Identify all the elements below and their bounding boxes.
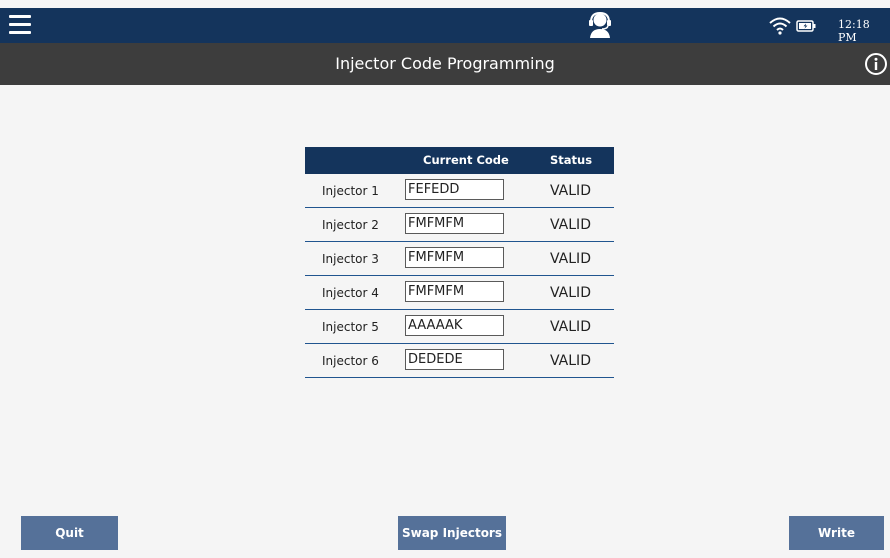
battery-charging-icon — [796, 20, 816, 32]
wifi-icon — [769, 17, 791, 35]
table-row: Injector 3 FMFMFM VALID — [305, 242, 614, 276]
quit-button[interactable]: Quit — [21, 516, 118, 550]
injector-code-field[interactable]: FMFMFM — [405, 281, 504, 302]
status-value: VALID — [550, 353, 591, 369]
injector-label: Injector 5 — [322, 320, 379, 334]
table-row: Injector 5 AAAAAK VALID — [305, 310, 614, 344]
table-row: Injector 1 FEFEDD VALID — [305, 174, 614, 208]
injector-code-field[interactable]: FEFEDD — [405, 179, 504, 200]
hamburger-menu-icon[interactable] — [9, 15, 31, 35]
injector-code-field[interactable]: AAAAAK — [405, 315, 504, 336]
injector-code-field[interactable]: DEDEDE — [405, 349, 504, 370]
injector-label: Injector 2 — [322, 218, 379, 232]
page-title: Injector Code Programming — [335, 54, 555, 73]
table-row: Injector 4 FMFMFM VALID — [305, 276, 614, 310]
table-header: Current Code Status — [305, 147, 614, 174]
info-icon[interactable] — [864, 52, 888, 76]
injector-code-table: Current Code Status Injector 1 FEFEDD VA… — [305, 147, 614, 378]
table-row: Injector 2 FMFMFM VALID — [305, 208, 614, 242]
injector-label: Injector 4 — [322, 286, 379, 300]
status-value: VALID — [550, 319, 591, 335]
column-header-status: Status — [550, 153, 593, 167]
table-row: Injector 6 DEDEDE VALID — [305, 344, 614, 378]
status-value: VALID — [550, 183, 591, 199]
frame-edge — [0, 0, 890, 8]
injector-label: Injector 6 — [322, 354, 379, 368]
injector-code-field[interactable]: FMFMFM — [405, 247, 504, 268]
injector-code-field[interactable]: FMFMFM — [405, 213, 504, 234]
status-value: VALID — [550, 217, 591, 233]
swap-injectors-button[interactable]: Swap Injectors — [398, 516, 506, 550]
injector-label: Injector 1 — [322, 184, 379, 198]
write-button[interactable]: Write — [789, 516, 884, 550]
support-agent-icon[interactable] — [587, 11, 613, 39]
status-value: VALID — [550, 285, 591, 301]
status-bar: 12:18 PM — [0, 8, 890, 44]
column-header-current-code: Current Code — [423, 153, 509, 167]
clock-time: 12:18 PM — [838, 18, 870, 44]
title-bar: Injector Code Programming — [0, 43, 890, 85]
status-value: VALID — [550, 251, 591, 267]
injector-label: Injector 3 — [322, 252, 379, 266]
